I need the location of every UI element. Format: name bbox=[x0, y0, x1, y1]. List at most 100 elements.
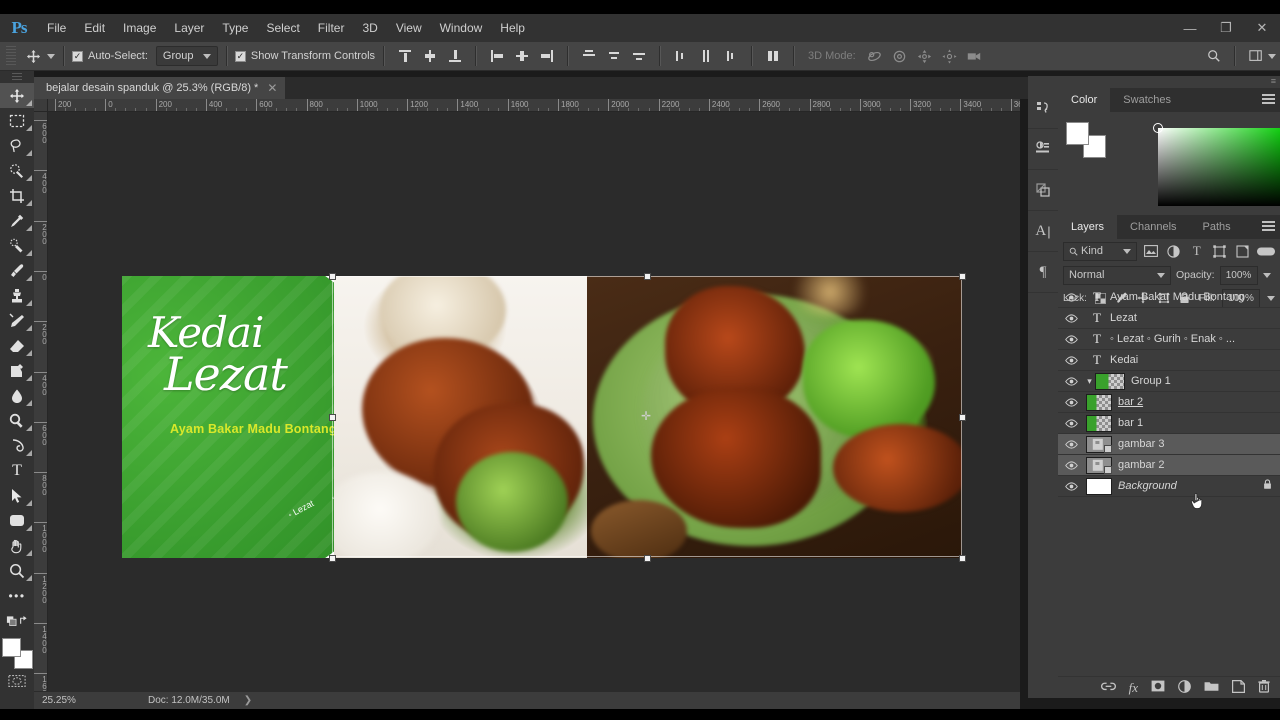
hand-tool[interactable] bbox=[0, 533, 34, 558]
character-panel-icon[interactable]: A | bbox=[1028, 211, 1058, 252]
restore-button[interactable]: ❐ bbox=[1208, 14, 1244, 42]
eraser-tool[interactable] bbox=[0, 333, 34, 358]
distribute-horizontal-centers-icon[interactable] bbox=[693, 45, 718, 67]
align-left-edges-icon[interactable] bbox=[484, 45, 509, 67]
layer-row-gambar-3[interactable]: gambar 3 bbox=[1058, 434, 1280, 455]
gradient-tool[interactable] bbox=[0, 358, 34, 383]
foreground-background-colors[interactable] bbox=[0, 636, 34, 670]
opacity-value[interactable]: 100% bbox=[1219, 265, 1258, 285]
zoom-level[interactable]: 25.25% bbox=[34, 695, 96, 706]
layer-name[interactable]: Ayam Bakar Madu Bontang bbox=[1110, 291, 1280, 303]
3d-pan-icon[interactable] bbox=[912, 45, 937, 67]
foreground-color-swatch[interactable] bbox=[2, 638, 21, 657]
type-filter-icon[interactable]: T bbox=[1187, 242, 1206, 261]
menu-type[interactable]: Type bbox=[213, 14, 257, 42]
distribute-right-edges-icon[interactable] bbox=[718, 45, 743, 67]
layer-visibility-eye-icon[interactable] bbox=[1058, 481, 1084, 491]
align-right-edges-icon[interactable] bbox=[534, 45, 559, 67]
move-tool[interactable] bbox=[0, 83, 34, 108]
color-panel-menu-icon[interactable] bbox=[1262, 94, 1275, 105]
layer-row-kedai[interactable]: T Kedai bbox=[1058, 350, 1280, 371]
align-top-edges-icon[interactable] bbox=[392, 45, 417, 67]
auto-select-scope-dropdown[interactable]: Group bbox=[155, 46, 218, 66]
vertical-ruler[interactable]: 60040020002004006008001000120014001600 bbox=[34, 112, 48, 699]
workspace-switcher-icon[interactable] bbox=[1243, 45, 1268, 67]
align-vertical-centers-icon[interactable] bbox=[417, 45, 442, 67]
blend-mode-dropdown[interactable]: Normal bbox=[1063, 265, 1171, 285]
layer-visibility-eye-icon[interactable] bbox=[1058, 460, 1084, 470]
minimize-button[interactable]: — bbox=[1172, 14, 1208, 42]
tool-preset-chevron-icon[interactable] bbox=[47, 53, 55, 59]
search-icon[interactable] bbox=[1201, 45, 1226, 67]
align-horizontal-centers-icon[interactable] bbox=[509, 45, 534, 67]
menu-help[interactable]: Help bbox=[491, 14, 534, 42]
brush-tool[interactable] bbox=[0, 258, 34, 283]
rectangular-marquee-tool[interactable] bbox=[0, 108, 34, 133]
3d-camera-icon[interactable] bbox=[962, 45, 987, 67]
smartobject-filter-icon[interactable] bbox=[1233, 242, 1252, 261]
group-layer-thumbnail[interactable]: ▾ bbox=[1084, 372, 1131, 390]
layer-visibility-eye-icon[interactable] bbox=[1058, 418, 1084, 428]
document-tab-close-icon[interactable]: ✕ bbox=[267, 81, 277, 95]
layer-name[interactable]: Group 1 bbox=[1131, 375, 1280, 387]
type-tool[interactable]: T bbox=[0, 458, 34, 483]
layer-name[interactable]: Kedai bbox=[1110, 354, 1280, 366]
opacity-chevron-icon[interactable] bbox=[1262, 272, 1271, 278]
color-panel-foreground-swatch[interactable] bbox=[1066, 122, 1089, 145]
layer-row-ayam-bakar-madu-bontang[interactable]: T Ayam Bakar Madu Bontang bbox=[1058, 287, 1280, 308]
layer-row-lezat-gurih-enak[interactable]: T ◦ Lezat ◦ Gurih ◦ Enak ◦ ... bbox=[1058, 329, 1280, 350]
adjustments-panel-icon[interactable] bbox=[1028, 129, 1058, 170]
options-bar-grip[interactable] bbox=[6, 46, 16, 66]
layer-visibility-eye-icon[interactable] bbox=[1058, 313, 1084, 323]
layer-mask-button[interactable] bbox=[1151, 680, 1165, 695]
horizontal-ruler[interactable]: 200 0 200 400 600 800 1000 1200 1400 1600 1800 2000… bbox=[34, 99, 1020, 112]
status-bar-menu-arrow-icon[interactable]: ❯ bbox=[244, 695, 252, 706]
layer-list[interactable]: T Ayam Bakar Madu Bontang T Lezat T ◦ Lezat ◦… bbox=[1058, 287, 1280, 698]
toolbox-grip[interactable] bbox=[0, 71, 34, 83]
3d-roll-icon[interactable] bbox=[887, 45, 912, 67]
layer-name[interactable]: ◦ Lezat ◦ Gurih ◦ Enak ◦ ... bbox=[1110, 333, 1280, 345]
pen-tool[interactable] bbox=[0, 433, 34, 458]
menu-window[interactable]: Window bbox=[431, 14, 492, 42]
styles-panel-icon[interactable] bbox=[1028, 170, 1058, 211]
ruler-corner[interactable] bbox=[34, 99, 48, 112]
quick-selection-tool[interactable] bbox=[0, 158, 34, 183]
dock-grip[interactable]: ≡ bbox=[1028, 76, 1280, 88]
layer-visibility-eye-icon[interactable] bbox=[1058, 334, 1084, 344]
shape-filter-icon[interactable] bbox=[1210, 242, 1229, 261]
color-picker-marker[interactable] bbox=[1153, 123, 1163, 133]
filter-toggle-switch[interactable] bbox=[1256, 242, 1275, 261]
tab-layers[interactable]: Layers bbox=[1058, 215, 1118, 239]
dodge-tool[interactable] bbox=[0, 408, 34, 433]
menu-3d[interactable]: 3D bbox=[353, 14, 386, 42]
tab-color[interactable]: Color bbox=[1058, 88, 1111, 112]
image-filter-icon[interactable] bbox=[1141, 242, 1160, 261]
layers-panel-menu-icon[interactable] bbox=[1262, 221, 1275, 232]
layer-name[interactable]: Lezat bbox=[1110, 312, 1280, 324]
eyedropper-tool[interactable] bbox=[0, 208, 34, 233]
layer-row-background[interactable]: Background bbox=[1058, 476, 1280, 497]
group-expand-chevron-icon[interactable]: ▾ bbox=[1084, 376, 1095, 387]
auto-select-checkbox[interactable] bbox=[72, 50, 83, 62]
distribute-top-edges-icon[interactable] bbox=[576, 45, 601, 67]
spot-healing-brush-tool[interactable] bbox=[0, 233, 34, 258]
blur-tool[interactable] bbox=[0, 383, 34, 408]
distribute-vertical-centers-icon[interactable] bbox=[601, 45, 626, 67]
layer-style-button[interactable]: fx bbox=[1129, 680, 1138, 696]
distribute-left-edges-icon[interactable] bbox=[668, 45, 693, 67]
layer-visibility-eye-icon[interactable] bbox=[1058, 397, 1084, 407]
close-button[interactable]: ✕ bbox=[1244, 14, 1280, 42]
tab-paths[interactable]: Paths bbox=[1190, 215, 1244, 239]
layer-row-bar-1[interactable]: bar 1 bbox=[1058, 413, 1280, 434]
layer-row-group-1[interactable]: ▾ Group 1 bbox=[1058, 371, 1280, 392]
clone-stamp-tool[interactable] bbox=[0, 283, 34, 308]
3d-slide-icon[interactable] bbox=[937, 45, 962, 67]
layer-row-bar-2[interactable]: bar 2 bbox=[1058, 392, 1280, 413]
zoom-tool[interactable] bbox=[0, 558, 34, 583]
history-brush-tool[interactable] bbox=[0, 308, 34, 333]
3d-orbit-icon[interactable] bbox=[862, 45, 887, 67]
document-canvas[interactable]: Kedai Lezat Ayam Bakar Madu Bontang ◦ Le… bbox=[48, 112, 1020, 699]
menu-filter[interactable]: Filter bbox=[309, 14, 354, 42]
workspace-chevron-icon[interactable] bbox=[1268, 53, 1276, 59]
layer-row-lezat[interactable]: T Lezat bbox=[1058, 308, 1280, 329]
